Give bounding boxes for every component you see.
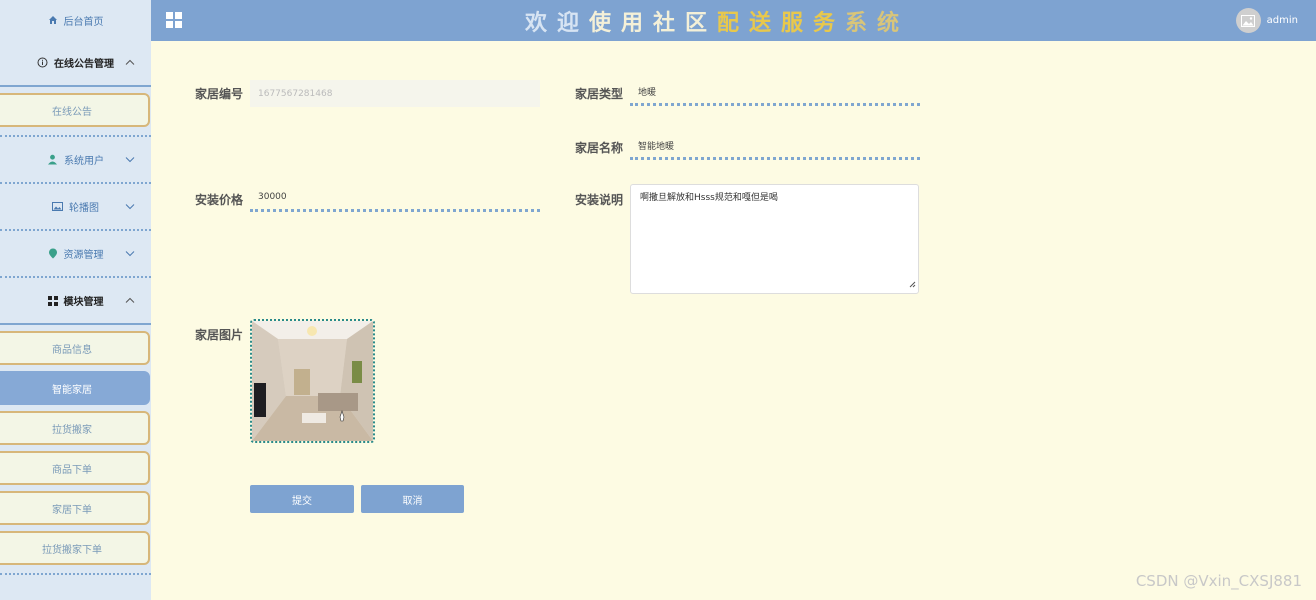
user-menu[interactable]: admin [1235,8,1298,33]
sidebar-submenu-notice: 在线公告 [0,93,151,137]
home-type-field[interactable]: 地暖 [630,79,920,106]
sidebar-group-label: 资源管理 [63,250,104,261]
image-label: 家居图片 [195,328,244,342]
sidebar-item-product-orders[interactable]: 商品下单 [0,451,150,485]
sidebar-group-label: 轮播图 [69,203,99,214]
home-type-label: 家居类型 [575,87,624,101]
sidebar-group-users[interactable]: 系统用户 [0,137,151,184]
sidebar-item-moving[interactable]: 拉货搬家 [0,411,150,445]
sidebar-item-moving-orders[interactable]: 拉货搬家下单 [0,531,150,565]
page-title: 欢迎使用社区配送服务系统 [525,5,909,37]
resize-handle-icon[interactable] [909,281,916,291]
sidebar-submenu-modules: 商品信息 智能家居 拉货搬家 商品下单 家居下单 拉货搬家下单 [0,331,151,575]
sidebar: 后台首页 在线公告管理 在线公告 系统用户 轮播图 资源管理 模块管理 商品信息… [0,0,151,600]
sidebar-item-label: 在线公告 [52,106,92,118]
sidebar-item-products[interactable]: 商品信息 [0,331,150,365]
home-name-label: 家居名称 [575,141,624,155]
chevron-down-icon [125,248,135,259]
description-label: 安装说明 [575,193,624,207]
info-icon [37,57,48,68]
image-icon [52,201,63,212]
top-header: 欢迎使用社区配送服务系统 admin [151,0,1316,41]
avatar [1235,8,1261,33]
sidebar-group-label: 系统用户 [64,156,104,167]
sidebar-group-resources[interactable]: 资源管理 [0,231,151,278]
price-label: 安装价格 [195,193,244,207]
username: admin [1266,15,1298,26]
home-name-field[interactable]: 智能地暖 [630,133,920,160]
sidebar-item-notice[interactable]: 在线公告 [0,93,150,127]
user-icon [47,154,58,165]
description-textarea[interactable]: 啊撒旦解放和Hsss规范和嘎但是喝 [630,184,919,294]
home-no-label: 家居编号 [195,87,244,101]
sidebar-item-label: 家居下单 [52,504,92,516]
sidebar-home[interactable]: 后台首页 [0,0,151,40]
title-part: 使用社区 [589,11,718,36]
sidebar-item-home-orders[interactable]: 家居下单 [0,491,150,525]
sidebar-item-label: 拉货搬家 [52,424,92,436]
sidebar-item-label: 拉货搬家下单 [42,544,102,556]
sidebar-home-label: 后台首页 [63,16,104,28]
home-no-field: 1677567281468 [250,80,540,107]
sidebar-item-label: 智能家居 [52,384,92,396]
home-icon [48,16,57,24]
sidebar-item-label: 商品信息 [52,344,92,356]
title-part: 欢迎 [525,11,590,36]
home-image-upload[interactable] [250,319,375,443]
chevron-up-icon [125,295,135,306]
watermark: CSDN @Vxin_CXSJ881 [1135,572,1302,590]
sidebar-item-label: 商品下单 [52,464,92,476]
sidebar-item-smart-home[interactable]: 智能家居 [0,371,150,405]
chevron-up-icon [125,57,135,68]
sidebar-group-label: 模块管理 [63,297,104,308]
title-part: 系统 [845,11,910,36]
room-photo [252,321,373,441]
sidebar-group-label: 在线公告管理 [54,59,114,70]
location-icon [48,248,58,259]
menu-toggle-icon[interactable] [166,12,182,32]
sidebar-group-carousel[interactable]: 轮播图 [0,184,151,231]
description-text: 啊撒旦解放和Hsss规范和嘎但是喝 [640,193,778,203]
submit-button[interactable]: 提交 [250,485,354,513]
chevron-down-icon [125,154,135,165]
cancel-button[interactable]: 取消 [361,485,464,513]
sidebar-group-modules[interactable]: 模块管理 [0,278,151,325]
sidebar-group-notice[interactable]: 在线公告管理 [0,40,151,87]
avatar-image-icon [1241,14,1256,27]
title-part: 配送服务 [717,11,846,36]
price-field[interactable]: 30000 [250,185,540,212]
chevron-down-icon [125,201,135,212]
grid-icon [47,295,58,306]
